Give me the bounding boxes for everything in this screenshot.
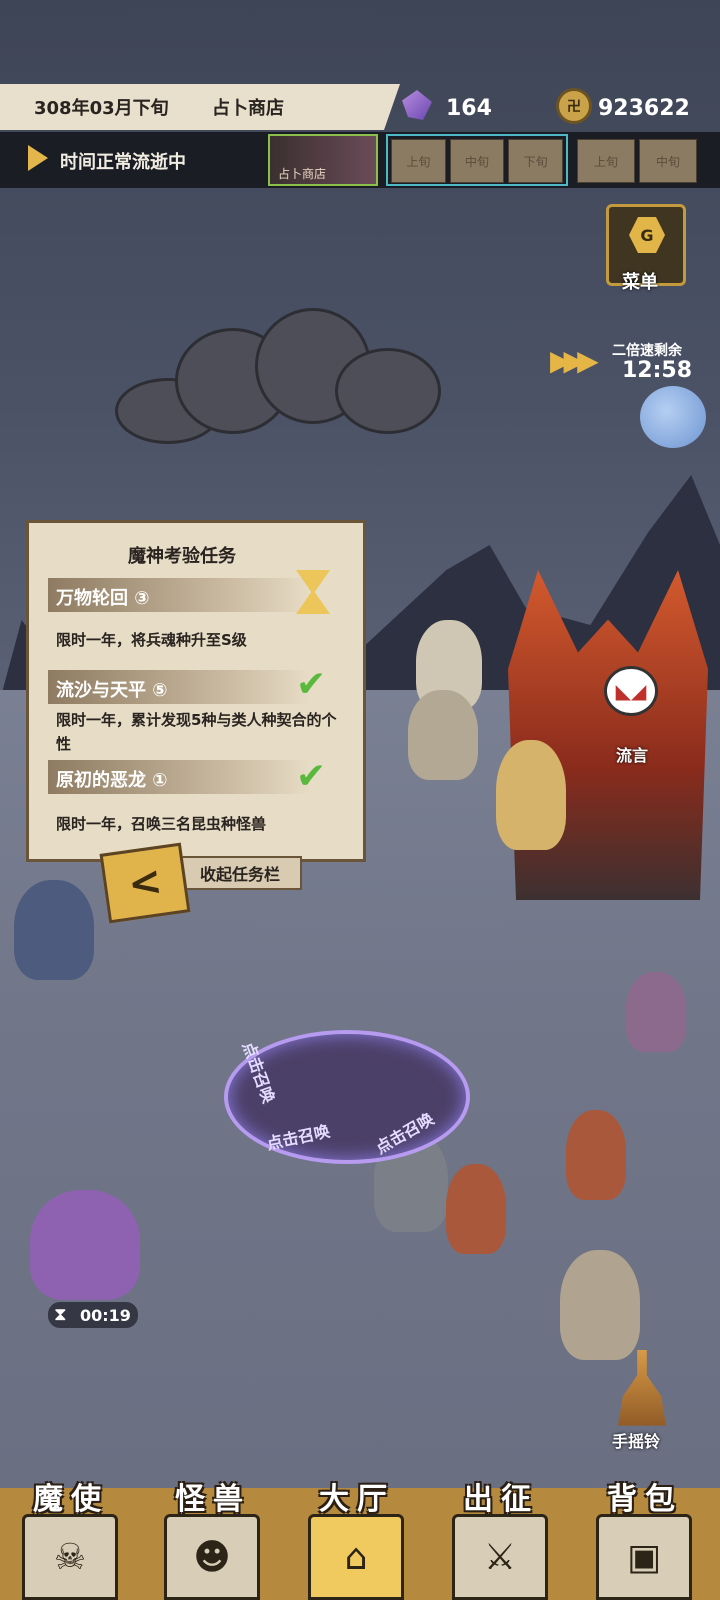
demon-gate[interactable] <box>508 570 708 900</box>
nav-expedition-label: 出征 <box>463 1482 539 1517</box>
hall-icon: ⌂ <box>308 1514 404 1600</box>
monster-icon: ☻ <box>164 1514 260 1600</box>
character-beast-guard[interactable] <box>408 690 478 780</box>
backpack-icon: ▣ <box>596 1514 692 1600</box>
speed-label: 二倍速剩余 <box>612 343 682 359</box>
character-ram[interactable] <box>560 1250 640 1360</box>
collapse-quest-label[interactable]: 收起任务栏 <box>178 856 302 890</box>
quest-1-desc: 限时一年，将兵魂种升至S级 <box>56 631 247 649</box>
timer-text: 00:19 <box>80 1306 131 1325</box>
character-masked-mage[interactable] <box>14 880 94 980</box>
check-icon: ✔ <box>296 756 327 797</box>
collapse-arrow-icon[interactable]: < <box>99 842 191 924</box>
gold-count: 923622 <box>598 96 690 121</box>
menu-label: 菜单 <box>622 272 658 293</box>
nav-envoy[interactable]: ☠ 魔使 <box>4 1482 138 1600</box>
expedition-icon: ⚔ <box>452 1514 548 1600</box>
play-icon[interactable] <box>28 145 48 171</box>
nav-hall[interactable]: ⌂ 大厅 <box>290 1482 424 1600</box>
shop-thumbnail[interactable]: 占卜商店 <box>268 134 378 186</box>
hourglass-small-icon: ⧗ <box>54 1304 67 1325</box>
nav-backpack[interactable]: ▣ 背包 <box>578 1482 712 1600</box>
date-label: 308年03月下旬 <box>34 98 169 119</box>
quest-3-desc: 限时一年，召唤三名昆虫种怪兽 <box>56 815 267 833</box>
quest-3-name: 原初的恶龙 ① <box>56 770 168 791</box>
nav-hall-label: 大厅 <box>319 1482 395 1517</box>
nav-monster-label: 怪兽 <box>175 1482 251 1517</box>
quest-1-name: 万物轮回 ③ <box>56 588 150 609</box>
nav-envoy-label: 魔使 <box>33 1482 109 1517</box>
crystal-icon <box>402 90 432 120</box>
date-location-bar: 308年03月下旬 占卜商店 <box>0 84 400 130</box>
period-next-mid[interactable]: 中旬 <box>639 139 697 183</box>
character-imp[interactable] <box>446 1164 506 1254</box>
check-icon: ✔ <box>296 664 327 705</box>
period-next-early[interactable]: 上旬 <box>577 139 635 183</box>
hand-bell-label[interactable]: 手摇铃 <box>612 1428 660 1452</box>
character-imp-2[interactable] <box>566 1110 626 1200</box>
skull-icon: ☠ <box>22 1514 118 1600</box>
time-status: 时间正常流逝中 <box>60 152 186 173</box>
nav-expedition[interactable]: ⚔ 出征 <box>434 1482 568 1600</box>
crystal-count: 164 <box>446 96 492 121</box>
storm-cloud <box>95 308 455 448</box>
character-witch[interactable] <box>496 740 566 850</box>
period-early[interactable]: 上旬 <box>391 139 446 183</box>
period-group-current: 上旬 中旬 下旬 <box>386 134 568 186</box>
quest-panel-title: 魔神考验任务 <box>128 546 236 567</box>
fast-forward-icon[interactable]: ▶▶▶ <box>550 344 599 377</box>
location-label: 占卜商店 <box>212 98 284 119</box>
gold-coin-icon: 卍 <box>556 88 592 124</box>
speed-remaining-time: 12:58 <box>622 358 693 383</box>
nav-monster[interactable]: ☻ 怪兽 <box>146 1482 280 1600</box>
rumor-label[interactable]: 流言 <box>616 742 648 766</box>
menu-icon: G <box>629 217 665 253</box>
character-hat-girl[interactable] <box>626 972 686 1052</box>
rumor-demon-icon[interactable]: ◣◢ <box>604 666 658 716</box>
period-mid[interactable]: 中旬 <box>449 139 505 183</box>
shop-thumbnail-label: 占卜商店 <box>278 167 327 181</box>
period-group-next: 上旬 中旬 <box>572 134 720 186</box>
nav-backpack-label: 背包 <box>607 1482 683 1517</box>
character-witch-cat[interactable] <box>30 1190 140 1300</box>
moon <box>640 386 706 448</box>
period-late[interactable]: 下旬 <box>508 139 564 183</box>
quest-2-desc: 限时一年，累计发现5种与类人种契合的个性 <box>56 711 337 753</box>
quest-2-name: 流沙与天平 ⑤ <box>56 680 168 701</box>
